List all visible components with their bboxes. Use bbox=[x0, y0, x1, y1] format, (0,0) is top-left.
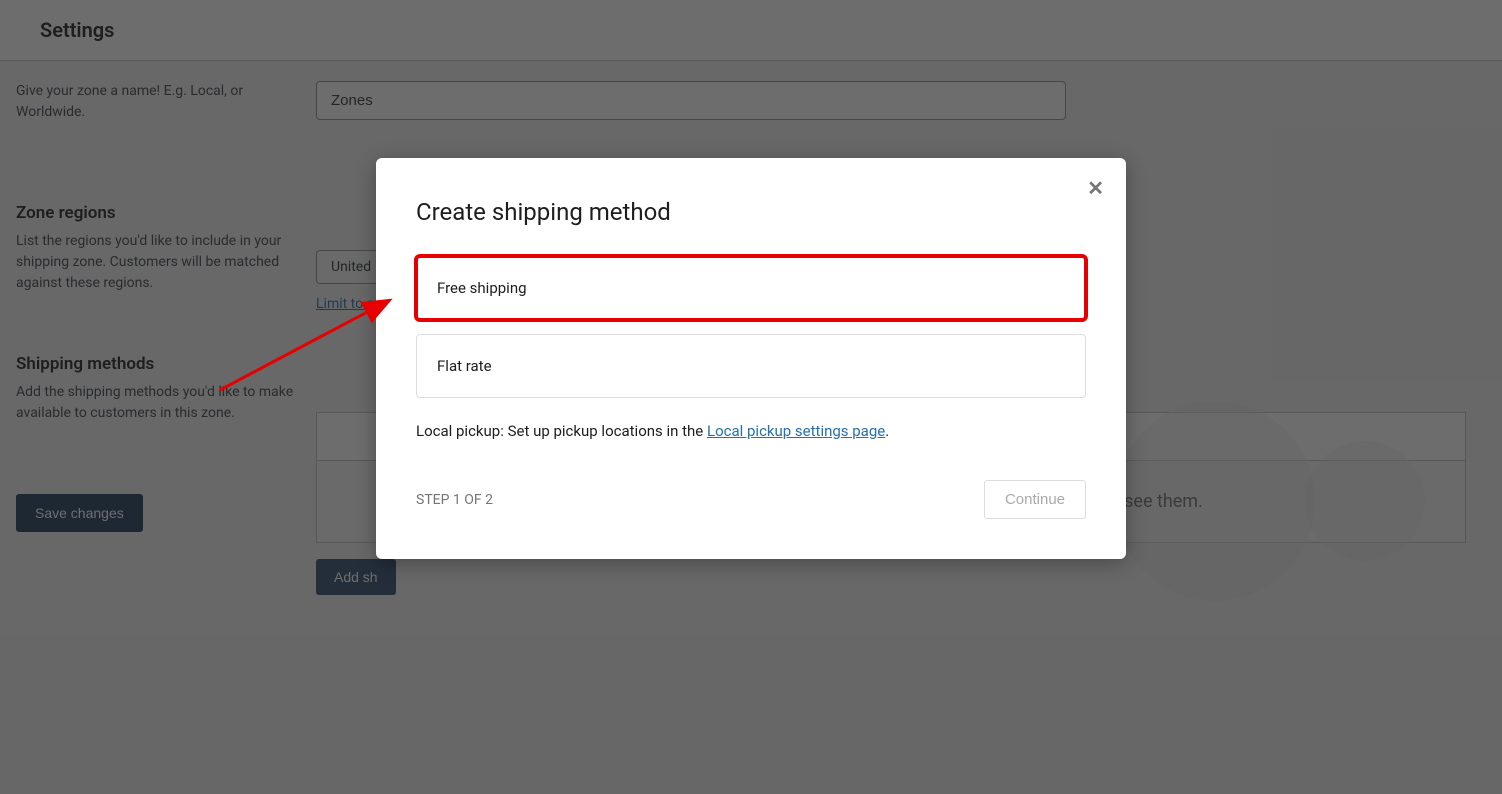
step-indicator: STEP 1 OF 2 bbox=[416, 492, 493, 508]
close-icon[interactable]: ✕ bbox=[1087, 176, 1104, 201]
local-pickup-prefix: Local pickup: Set up pickup locations in… bbox=[416, 422, 707, 440]
local-pickup-note: Local pickup: Set up pickup locations in… bbox=[416, 422, 1086, 440]
create-shipping-method-modal: ✕ Create shipping method Free shipping F… bbox=[376, 158, 1126, 559]
option-flat-rate[interactable]: Flat rate bbox=[416, 334, 1086, 398]
local-pickup-link[interactable]: Local pickup settings page bbox=[707, 422, 885, 440]
continue-button[interactable]: Continue bbox=[984, 480, 1086, 519]
modal-title: Create shipping method bbox=[416, 198, 1086, 226]
option-label: Free shipping bbox=[437, 279, 527, 297]
option-label: Flat rate bbox=[437, 357, 492, 375]
modal-footer: STEP 1 OF 2 Continue bbox=[416, 480, 1086, 519]
modal-overlay[interactable]: ✕ Create shipping method Free shipping F… bbox=[0, 0, 1502, 794]
option-free-shipping[interactable]: Free shipping bbox=[416, 256, 1086, 320]
